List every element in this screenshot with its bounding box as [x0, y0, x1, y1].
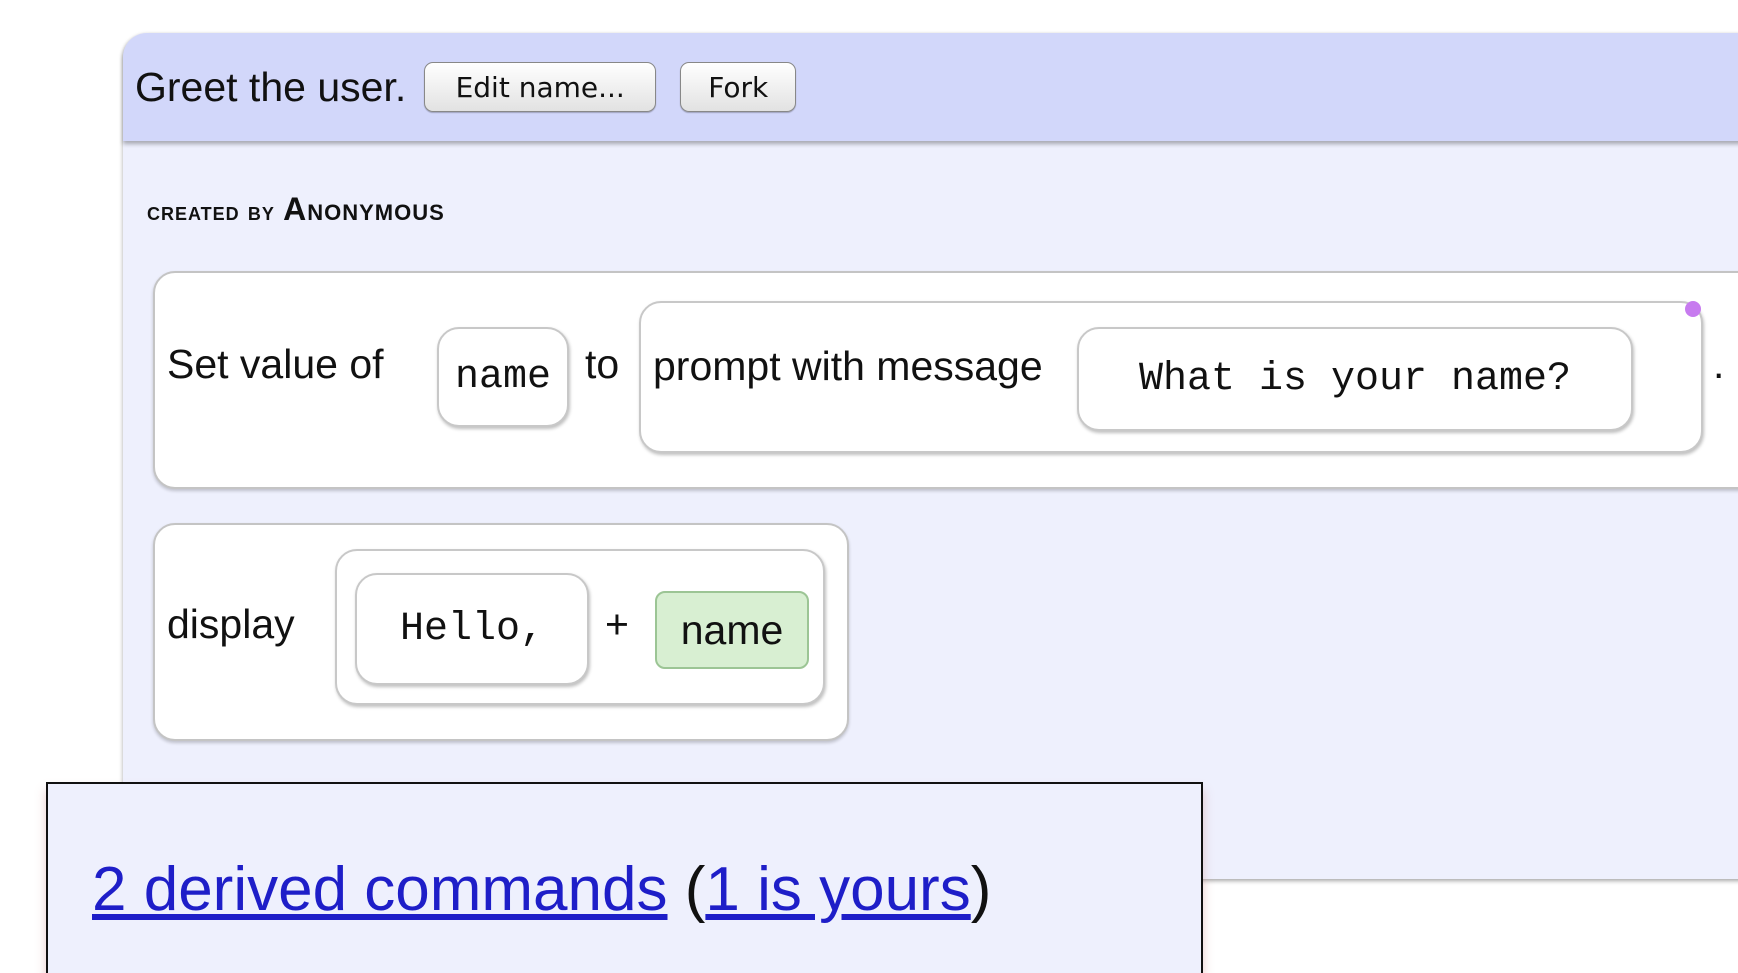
close-paren: ) — [970, 855, 992, 924]
display-statement[interactable]: display Hello, + name — [153, 523, 849, 741]
command-title: Greet the user. — [135, 63, 407, 110]
concat-expression[interactable]: Hello, + name — [335, 549, 825, 705]
plus-operator: + — [605, 601, 629, 647]
created-by-label: created by — [147, 196, 275, 226]
derived-commands-line: 2 derived commands (1 is yours) — [92, 854, 991, 925]
prompt-expression[interactable]: prompt with message What is your name? — [639, 301, 1703, 453]
statement-terminator: . — [1713, 341, 1725, 387]
set-value-label: Set value of — [167, 341, 384, 387]
name-variable-chip[interactable]: name — [655, 591, 809, 669]
open-paren: ( — [684, 855, 706, 924]
to-label: to — [585, 341, 620, 387]
set-value-statement[interactable]: Set value of name to prompt with message… — [153, 271, 1738, 489]
created-by-line: created by Anonymous — [147, 191, 445, 228]
command-header: Greet the user. Edit name... Fork — [123, 33, 1738, 141]
prompt-message-slot[interactable]: What is your name? — [1077, 327, 1633, 431]
prompt-label: prompt with message — [653, 343, 1043, 389]
variable-name-slot[interactable]: name — [437, 327, 569, 427]
string-literal-slot[interactable]: Hello, — [355, 573, 589, 685]
drag-handle-dot[interactable] — [1685, 301, 1701, 317]
derived-commands-box: 2 derived commands (1 is yours) — [46, 782, 1203, 973]
author-name: Anonymous — [283, 191, 445, 227]
fork-button[interactable]: Fork — [680, 62, 797, 112]
command-panel: Greet the user. Edit name... Fork create… — [123, 33, 1738, 879]
edit-name-button[interactable]: Edit name... — [424, 62, 657, 112]
yours-link[interactable]: 1 is yours — [705, 855, 970, 924]
display-label: display — [167, 601, 295, 647]
derived-commands-link[interactable]: 2 derived commands — [92, 855, 668, 924]
